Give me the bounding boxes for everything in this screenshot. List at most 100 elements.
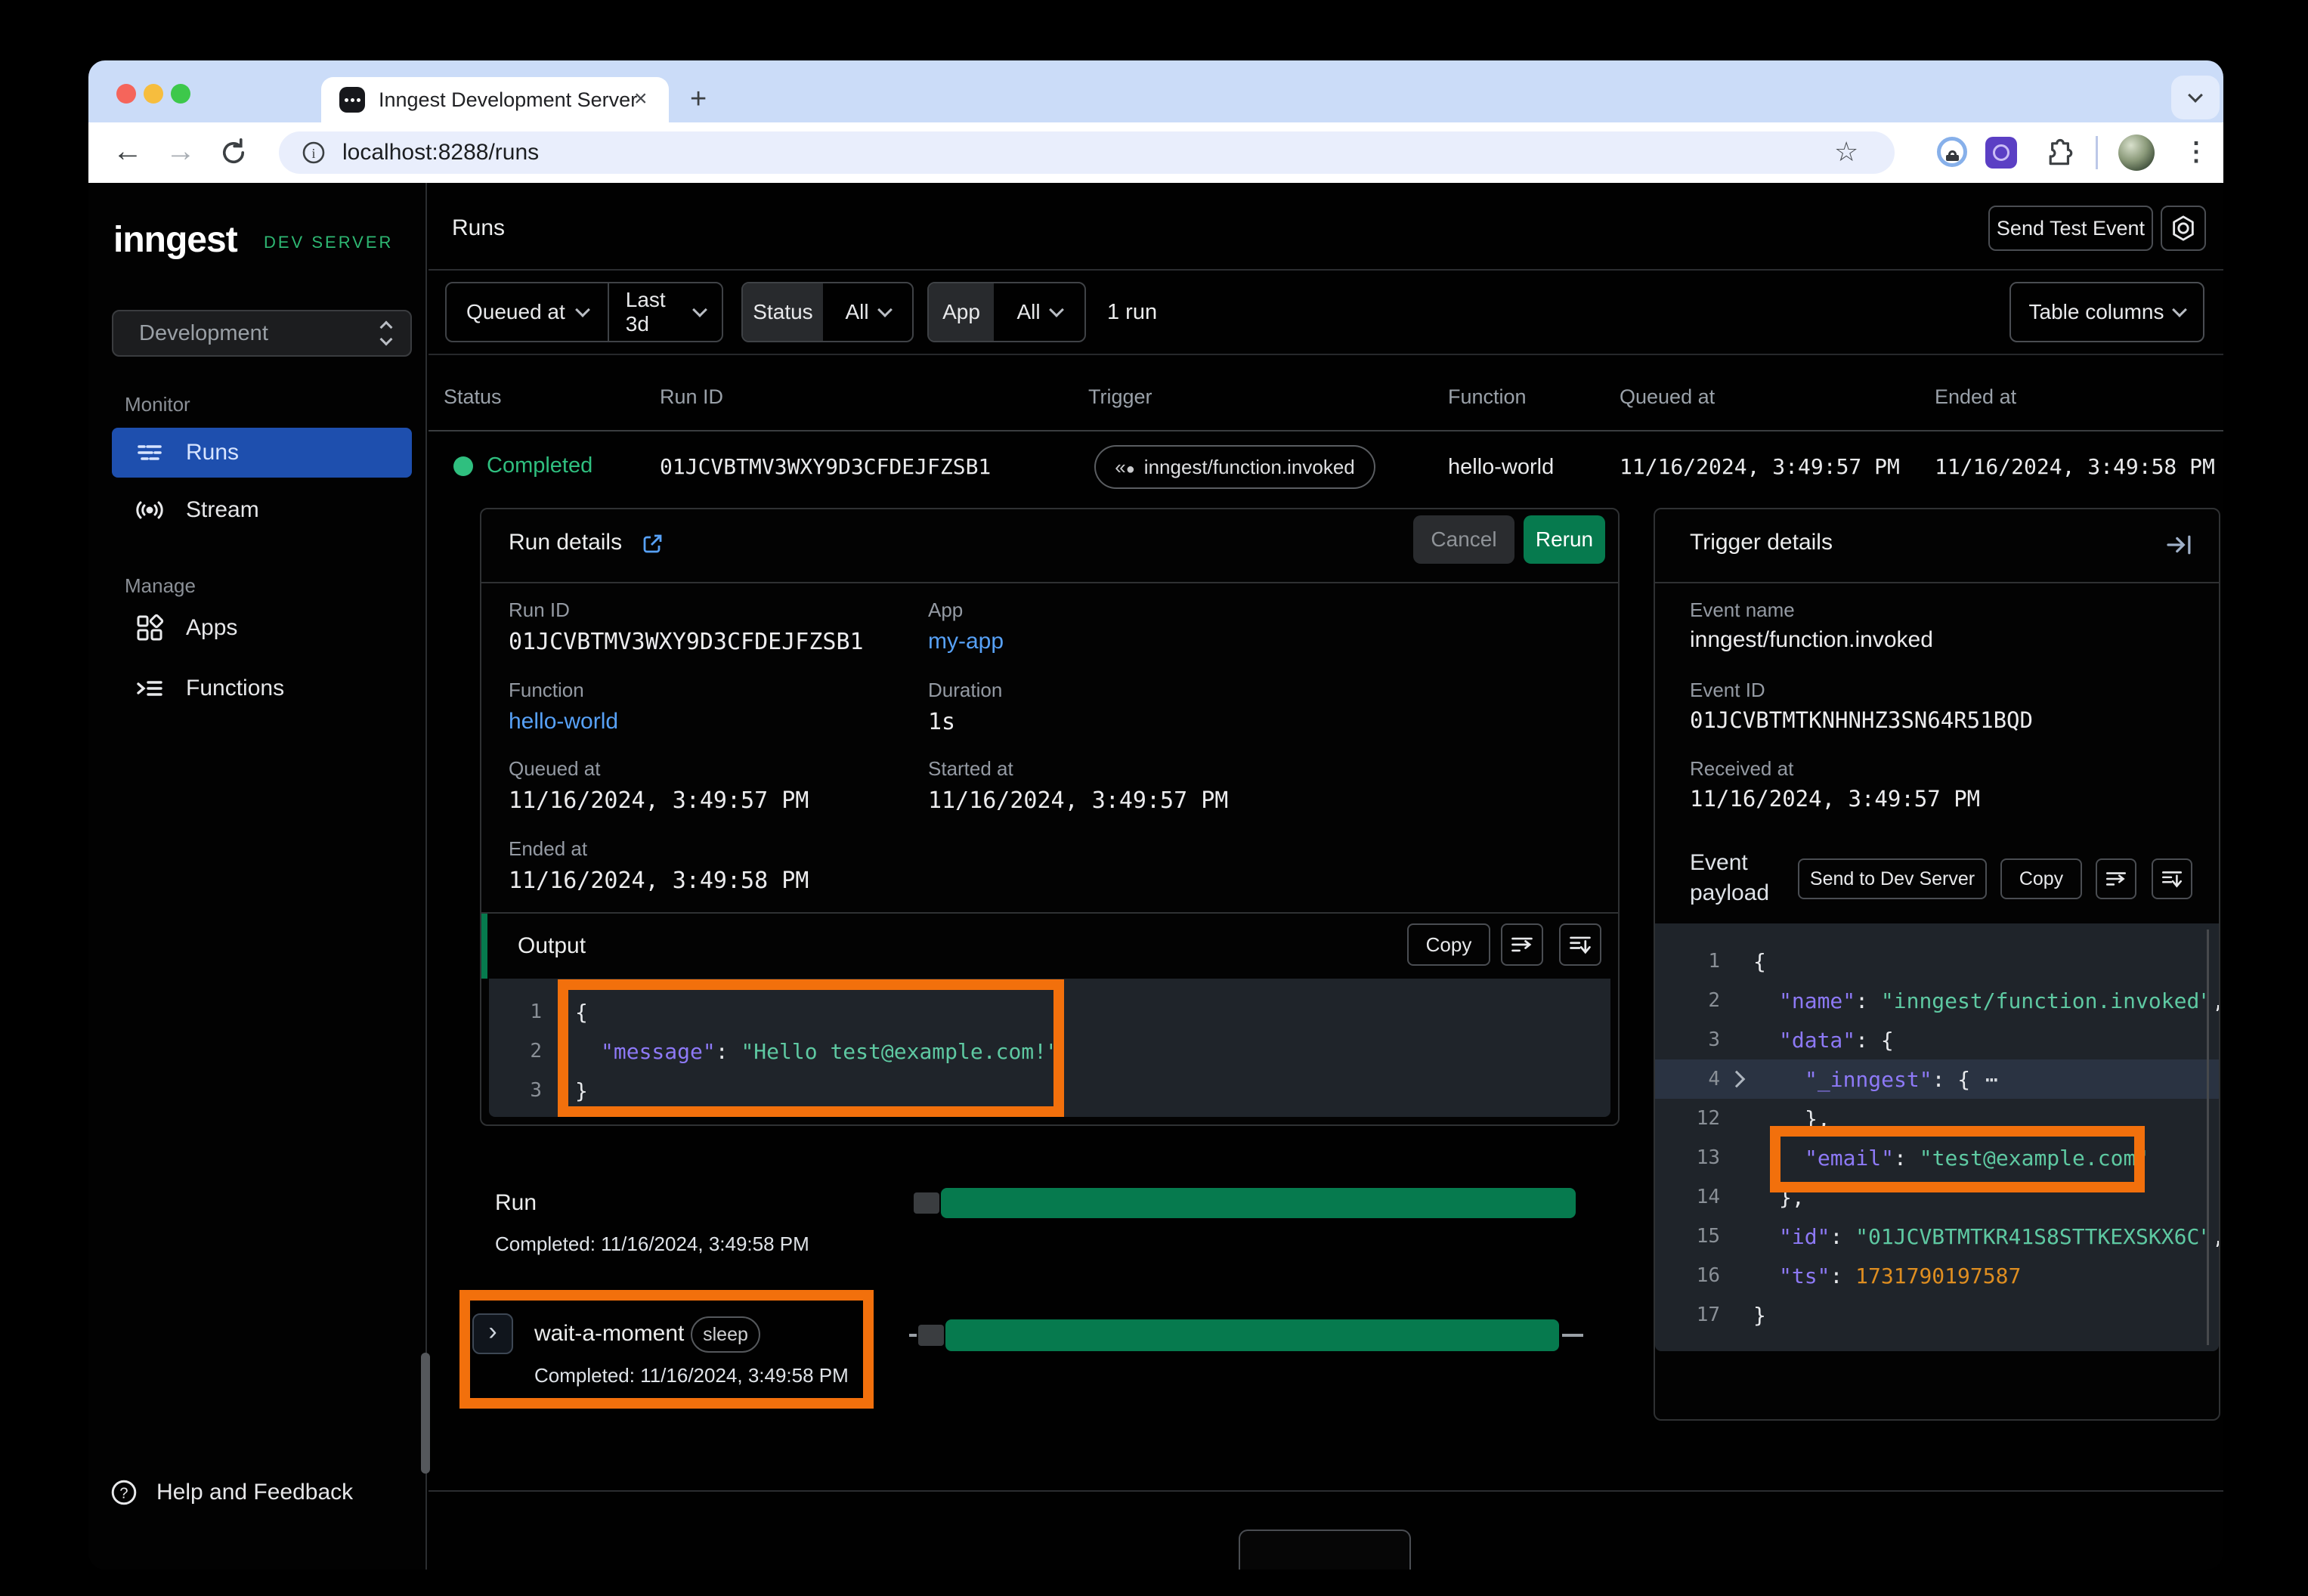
sidebar-item-stream[interactable]: Stream (112, 485, 412, 535)
event-payload-label: Event payload (1690, 848, 1796, 908)
payload-scrollbar[interactable] (2207, 929, 2209, 1345)
col-function[interactable]: Function (1448, 378, 1527, 416)
line-number: 12 (1678, 1107, 1720, 1130)
chevron-up-icon (380, 321, 393, 334)
back-icon[interactable]: ← (113, 122, 143, 183)
copy-label: Copy (2019, 868, 2063, 890)
trigger-details-title: Trigger details (1690, 526, 1833, 559)
col-ended-at[interactable]: Ended at (1935, 378, 2016, 416)
timeline-run-label[interactable]: Run (495, 1188, 537, 1218)
trigger-badge[interactable]: «● inngest/function.invoked (1094, 445, 1375, 489)
col-run-id[interactable]: Run ID (660, 378, 723, 416)
collapse-panel-icon[interactable] (2165, 534, 2194, 556)
scrollbar-thumb[interactable] (421, 1353, 430, 1474)
url-text[interactable]: localhost:8288/runs (342, 131, 539, 174)
external-link-icon[interactable] (640, 532, 664, 556)
traffic-light-close[interactable] (116, 84, 136, 104)
time-field-label: Queued at (466, 300, 565, 324)
row-run-id[interactable]: 01JCVBTMV3WXY9D3CFDEJFZSB1 (660, 450, 991, 484)
cancel-button[interactable]: Cancel (1413, 515, 1514, 564)
time-range-value: Last 3d (626, 288, 684, 336)
payload-scroll-bottom-button[interactable] (2152, 858, 2192, 899)
line-number: 15 (1678, 1225, 1720, 1248)
duration-label: Duration (928, 679, 1002, 702)
function-label: Function (509, 679, 584, 702)
output-copy-button[interactable]: Copy (1407, 923, 1490, 966)
cutoff-button[interactable] (1239, 1530, 1411, 1570)
word-wrap-button[interactable] (1501, 923, 1543, 966)
row-function[interactable]: hello-world (1448, 450, 1554, 484)
sidebar (88, 183, 427, 1570)
step-span-bar[interactable] (945, 1319, 1559, 1351)
line-number: 2 (512, 1040, 542, 1062)
extensions-puzzle-icon[interactable] (2041, 136, 2074, 169)
status-dot (453, 456, 473, 476)
output-section-divider (481, 912, 1618, 914)
ended-value: 11/16/2024, 3:49:58 PM (509, 868, 809, 894)
avatar[interactable] (2118, 135, 2155, 171)
table-header-divider (428, 430, 2223, 431)
table-columns-button[interactable]: Table columns (2009, 282, 2204, 342)
tab-close-icon[interactable]: × (634, 77, 648, 122)
env-select-value: Development (139, 321, 382, 346)
settings-gear-button[interactable] (2161, 206, 2206, 251)
payload-word-wrap-button[interactable] (2096, 858, 2136, 899)
help-feedback-item[interactable]: ? Help and Feedback (110, 1478, 353, 1507)
step-bar-right-dash (1562, 1334, 1583, 1337)
bookmark-star-icon[interactable]: ☆ (1834, 131, 1858, 174)
stream-icon (135, 495, 165, 525)
send-test-event-button[interactable]: Send Test Event (1988, 206, 2153, 251)
forward-icon[interactable]: → (166, 122, 196, 183)
app-filter[interactable]: App All (927, 282, 1086, 342)
password-manager-icon[interactable] (1937, 137, 1967, 167)
extension-icon[interactable] (1985, 137, 2017, 169)
status-filter[interactable]: Status All (741, 282, 914, 342)
scroll-bottom-button[interactable] (1559, 923, 1601, 966)
site-info-icon[interactable]: i (302, 141, 326, 165)
event-name-value: inngest/function.invoked (1690, 627, 1933, 653)
row-ended-at: 11/16/2024, 3:49:58 PM (1935, 450, 2215, 484)
row-status[interactable]: Completed (487, 449, 592, 482)
col-queued-at[interactable]: Queued at (1620, 378, 1715, 416)
new-tab-button[interactable]: + (690, 77, 707, 122)
run-count: 1 run (1107, 282, 1157, 342)
chevron-down-icon (877, 302, 893, 317)
sidebar-item-runs[interactable]: Runs (112, 428, 412, 478)
chevron-right-icon: › (488, 1317, 497, 1347)
sidebar-item-label: Apps (186, 615, 237, 641)
sidebar-item-apps[interactable]: Apps (112, 603, 412, 653)
sidebar-item-label: Stream (186, 497, 259, 523)
duration-value: 1s (928, 709, 955, 735)
run-span-bar[interactable] (941, 1188, 1576, 1218)
step-kind-label: sleep (703, 1324, 748, 1346)
sidebar-item-functions[interactable]: Functions (112, 663, 412, 713)
fold-chevron-icon[interactable] (1728, 1071, 1746, 1088)
app-filter-label: App (929, 283, 994, 341)
time-filter[interactable]: Queued at Last 3d (445, 282, 723, 342)
rerun-button[interactable]: Rerun (1524, 515, 1605, 564)
payload-copy-button[interactable]: Copy (2000, 858, 2082, 899)
manage-section-label: Manage (125, 574, 196, 598)
line-number: 3 (512, 1079, 542, 1102)
favicon-inngest-icon (339, 87, 365, 113)
app-link[interactable]: my-app (928, 629, 1004, 654)
col-status[interactable]: Status (444, 378, 502, 416)
step-name[interactable]: wait-a-moment (534, 1318, 684, 1350)
col-trigger[interactable]: Trigger (1088, 378, 1152, 416)
run-id-label: Run ID (509, 598, 570, 622)
tab-search-button[interactable] (2171, 76, 2220, 119)
app-label: App (928, 598, 963, 622)
step-expand-button[interactable]: › (472, 1313, 513, 1354)
traffic-light-zoom[interactable] (171, 84, 190, 104)
traffic-light-minimize[interactable] (144, 84, 163, 104)
browser-menu-icon[interactable]: ⋮ (2183, 122, 2209, 183)
send-to-dev-server-button[interactable]: Send to Dev Server (1798, 858, 1987, 899)
reload-icon[interactable] (217, 136, 250, 169)
line-number: 1 (512, 1001, 542, 1023)
function-link[interactable]: hello-world (509, 709, 618, 735)
trigger-header-divider (1655, 582, 2219, 583)
env-select[interactable]: Development (112, 310, 412, 357)
code-line-3: 3"data": { (1655, 1020, 2219, 1059)
code-line-1: 1{ (489, 992, 1610, 1032)
main-bottom-divider (428, 1490, 2223, 1492)
